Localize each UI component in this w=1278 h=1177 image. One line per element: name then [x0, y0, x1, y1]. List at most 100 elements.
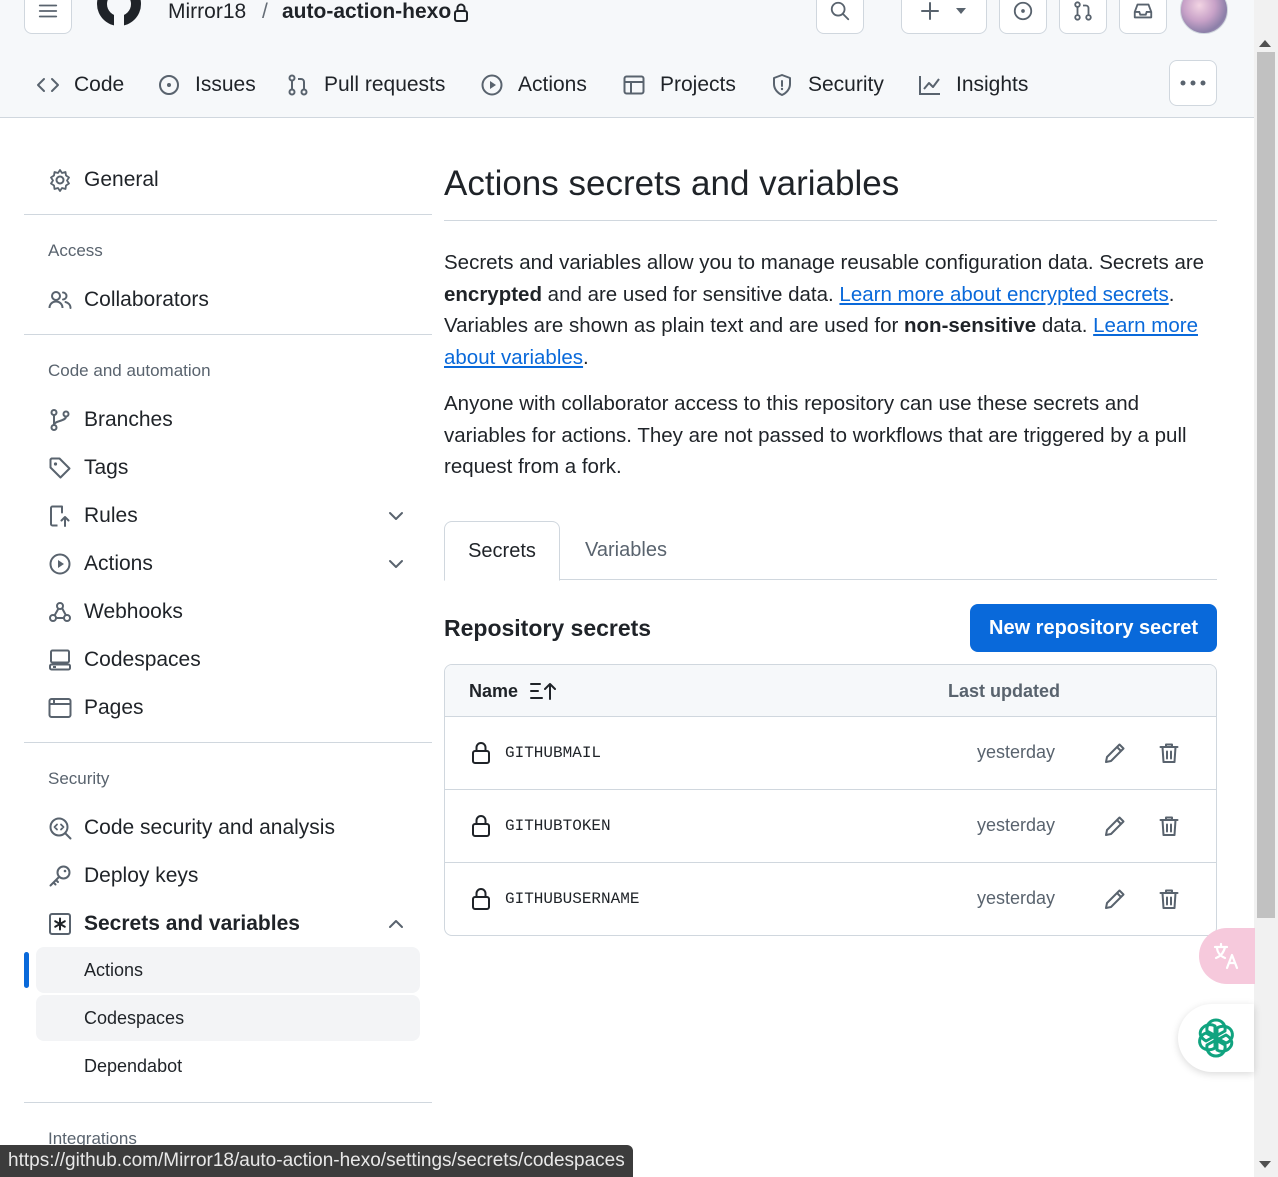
- git-branch-icon: [50, 409, 70, 431]
- sidebar-item-webhooks[interactable]: Webhooks: [24, 590, 432, 634]
- lock-icon: [472, 888, 490, 910]
- shield-icon: [773, 74, 791, 96]
- pull-requests-button[interactable]: [1059, 0, 1107, 34]
- tab-pull-requests[interactable]: Pull requests: [286, 60, 445, 110]
- sidebar-item-deploy-keys[interactable]: Deploy keys: [24, 854, 432, 898]
- codespaces-icon: [49, 649, 71, 671]
- play-icon: [49, 553, 71, 575]
- trash-icon[interactable]: [1157, 814, 1181, 838]
- secret-name: GITHUBMAIL: [505, 744, 602, 762]
- repo-push-icon: [50, 505, 70, 527]
- tab-actions[interactable]: Actions: [480, 60, 587, 110]
- desc-text: data.: [1036, 314, 1094, 337]
- table-row: GITHUBTOKEN yesterday: [445, 790, 1216, 863]
- secrets-table: Name Last updated GITHUBMAIL yesterday G…: [444, 664, 1217, 936]
- tab-issues[interactable]: Issues: [157, 60, 256, 110]
- sidebar-divider: [24, 742, 432, 743]
- sidebar-item-codespaces[interactable]: Codespaces: [24, 638, 432, 682]
- tab-variables[interactable]: Variables: [568, 521, 684, 580]
- settings-sidebar: General Access Collaborators Code and au…: [24, 118, 432, 1177]
- sidebar-item-secrets-variables[interactable]: Secrets and variables: [24, 902, 432, 946]
- sidebar-divider: [24, 1102, 432, 1103]
- sidebar-item-actions-label: Actions: [84, 552, 153, 575]
- people-icon: [48, 291, 72, 309]
- chevron-up-icon: [389, 920, 403, 928]
- search-button[interactable]: [816, 0, 864, 34]
- sidebar-item-code-security[interactable]: Code security and analysis: [24, 806, 432, 850]
- tab-secrets[interactable]: Secrets: [444, 521, 560, 581]
- graph-icon: [919, 76, 940, 95]
- issues-button[interactable]: [999, 0, 1047, 34]
- sidebar-item-actions[interactable]: Actions: [24, 542, 432, 586]
- gear-icon: [50, 169, 70, 192]
- table-icon: [623, 75, 645, 95]
- tab-insights[interactable]: Insights: [918, 60, 1028, 110]
- tab-actions-label: Actions: [518, 73, 587, 96]
- ai-assistant-icon: [1198, 1018, 1234, 1058]
- pencil-icon[interactable]: [1103, 741, 1127, 765]
- lock-icon: [454, 3, 468, 22]
- hamburger-icon: [38, 4, 58, 18]
- repo-nav: Code Issues Pull requests Actions Projec…: [0, 60, 1254, 110]
- tab-code[interactable]: Code: [36, 60, 124, 110]
- scrollbar-thumb[interactable]: [1257, 52, 1275, 918]
- sidebar-subitem-dependabot-label: Dependabot: [84, 1055, 183, 1076]
- triangle-down-icon: [956, 8, 966, 14]
- create-new-button[interactable]: [901, 0, 987, 34]
- sidebar-item-tags-label: Tags: [84, 456, 129, 479]
- desc-text: Secrets and variables allow you to manag…: [444, 251, 1205, 274]
- sidebar-item-tags[interactable]: Tags: [24, 446, 432, 490]
- codescan-icon: [49, 817, 72, 840]
- sidebar-divider: [24, 334, 432, 335]
- trash-icon[interactable]: [1157, 741, 1181, 765]
- more-tabs-button[interactable]: [1169, 60, 1217, 106]
- sidebar-heading-access: Access: [48, 241, 103, 260]
- secrets-variables-tabs: Secrets Variables: [444, 521, 1217, 581]
- sidebar-subitem-dependabot[interactable]: Dependabot: [36, 1043, 420, 1089]
- tab-projects-label: Projects: [660, 73, 736, 96]
- tab-projects[interactable]: Projects: [622, 60, 736, 110]
- sidebar-item-rules-label: Rules: [84, 504, 138, 527]
- scroll-up-arrow-icon[interactable]: [1259, 40, 1271, 47]
- play-icon: [481, 74, 503, 96]
- sidebar-item-pages[interactable]: Pages: [24, 686, 432, 730]
- table-row: GITHUBMAIL yesterday: [445, 717, 1216, 790]
- title-divider: [444, 220, 1217, 221]
- sort-asc-icon[interactable]: [530, 681, 556, 701]
- sidebar-item-branches[interactable]: Branches: [24, 398, 432, 442]
- new-repository-secret-button[interactable]: New repository secret: [970, 604, 1217, 652]
- trash-icon[interactable]: [1157, 887, 1181, 911]
- pencil-icon[interactable]: [1103, 814, 1127, 838]
- breadcrumb-repo[interactable]: auto-action-hexo: [282, 0, 451, 24]
- menu-button[interactable]: [24, 0, 72, 34]
- inbox-button[interactable]: [1119, 0, 1167, 34]
- inbox-icon: [1133, 3, 1153, 19]
- lock-icon: [472, 815, 490, 837]
- sidebar-item-codespaces-label: Codespaces: [84, 648, 201, 671]
- active-indicator: [24, 952, 29, 988]
- translate-button[interactable]: [1199, 928, 1255, 984]
- table-header: Name Last updated: [445, 665, 1216, 717]
- sidebar-item-rules[interactable]: Rules: [24, 494, 432, 538]
- github-logo-icon[interactable]: [94, 0, 144, 34]
- issue-icon: [159, 75, 179, 95]
- desc-text: .: [583, 345, 589, 369]
- user-avatar[interactable]: [1180, 0, 1228, 34]
- sidebar-item-general-label: General: [84, 168, 159, 191]
- sidebar-subitem-codespaces[interactable]: Codespaces: [36, 995, 420, 1041]
- pencil-icon[interactable]: [1103, 887, 1127, 911]
- scroll-down-arrow-icon[interactable]: [1259, 1161, 1271, 1168]
- sidebar-subitem-actions[interactable]: Actions: [36, 947, 420, 993]
- tag-icon: [49, 457, 71, 479]
- breadcrumb-owner[interactable]: Mirror18: [168, 0, 246, 24]
- tab-security[interactable]: Security: [770, 60, 884, 110]
- webhook-icon: [49, 602, 71, 622]
- section-title: Repository secrets: [444, 615, 652, 641]
- sidebar-item-collaborators-label: Collaborators: [84, 288, 209, 311]
- column-header-name[interactable]: Name: [469, 681, 518, 702]
- sidebar-heading-security: Security: [48, 769, 110, 788]
- sidebar-item-general[interactable]: General: [24, 158, 432, 202]
- ai-assistant-button[interactable]: [1178, 1004, 1254, 1072]
- sidebar-item-collaborators[interactable]: Collaborators: [24, 278, 432, 322]
- learn-more-secrets-link[interactable]: Learn more about encrypted secrets: [839, 283, 1168, 306]
